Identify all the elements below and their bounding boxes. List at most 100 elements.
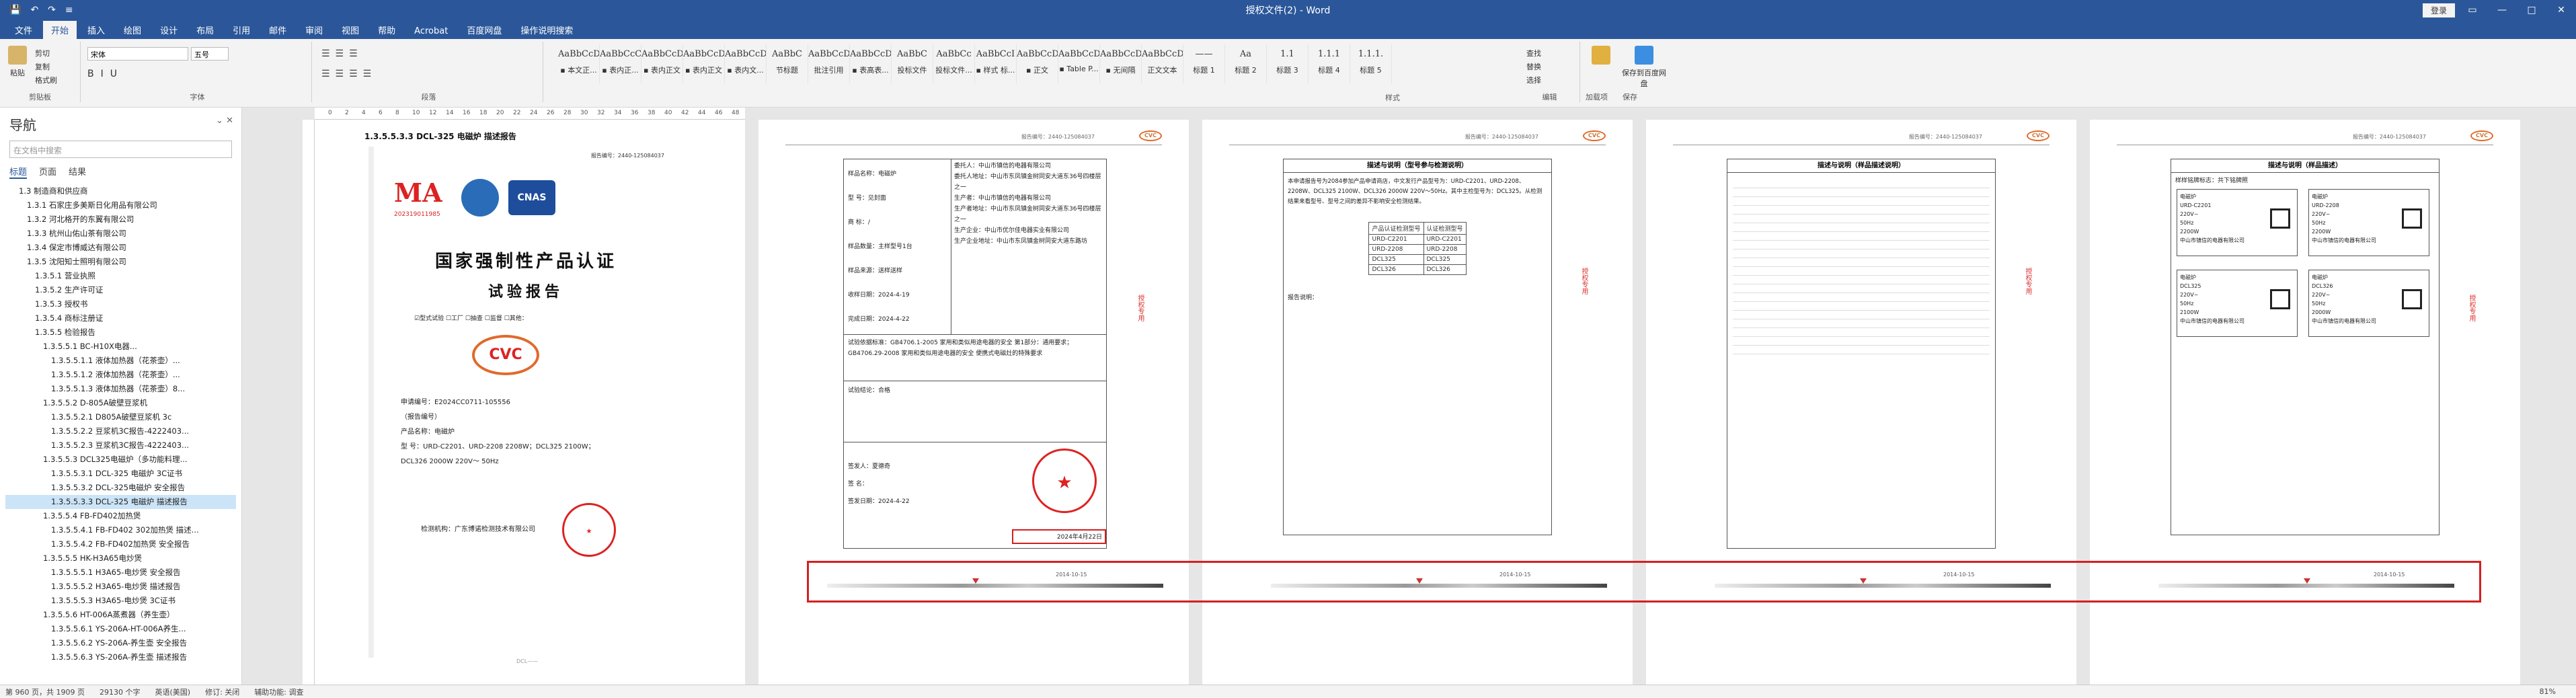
- style-0[interactable]: AaBbCcDd▪ 本文正...: [558, 44, 600, 83]
- nav-heading-item[interactable]: 1.3.5.5 检验报告: [5, 325, 236, 340]
- nav-heading-item[interactable]: 1.3.5.1 营业执照: [5, 269, 236, 283]
- nav-heading-item[interactable]: 1.3.5.5.6.2 YS-206A-养生壶 安全报告: [5, 636, 236, 650]
- replace-button[interactable]: 替换: [1526, 61, 1541, 74]
- track-changes[interactable]: 修订: 关闭: [205, 687, 239, 697]
- nav-heading-item[interactable]: 1.3.5.5.5 HK-H3A65电炒煲: [5, 551, 236, 566]
- tab-references[interactable]: 引用: [225, 21, 258, 39]
- login-button[interactable]: 登录: [2422, 3, 2455, 17]
- nav-heading-item[interactable]: 1.3.5.5.5.3 H3A65-电炒煲 3C证书: [5, 594, 236, 608]
- font-format-buttons[interactable]: BIU: [87, 69, 124, 79]
- page-count[interactable]: 第 960 页，共 1909 页: [5, 687, 85, 697]
- style-4[interactable]: AaBbCcDd▪ 表内文...: [725, 44, 767, 83]
- tab-design[interactable]: 设计: [152, 21, 186, 39]
- nav-tab-pages[interactable]: 页面: [39, 165, 56, 179]
- nav-heading-item[interactable]: 1.3.5 沈阳知士照明有限公司: [5, 255, 236, 269]
- style-13[interactable]: AaBbCcD ▪ 无间隔: [1100, 44, 1142, 83]
- nav-heading-item[interactable]: 1.3.5.5.2.1 D805A破壁豆浆机 3c: [5, 410, 236, 424]
- nav-heading-item[interactable]: 1.3.5.5.3.1 DCL-325 电磁炉 3C证书: [5, 467, 236, 481]
- addin-button[interactable]: [1586, 46, 1616, 67]
- tab-draw[interactable]: 绘图: [116, 21, 149, 39]
- nav-heading-item[interactable]: 1.3.5.5.4.2 FB-FD402加热煲 安全报告: [5, 537, 236, 551]
- maximize-button[interactable]: □: [2517, 0, 2546, 20]
- style-10[interactable]: AaBbCcI ▪ 样式 标...: [975, 44, 1017, 83]
- nav-tab-headings[interactable]: 标题: [9, 165, 28, 179]
- nav-heading-item[interactable]: 1.3.3 杭州山佑山茶有限公司: [5, 227, 236, 241]
- nav-heading-item[interactable]: 1.3.5.5.2 D-805A破壁豆浆机: [5, 396, 236, 410]
- style-6[interactable]: AaBbCcDd批注引用: [808, 44, 850, 83]
- font-size-select[interactable]: 五号: [191, 47, 229, 61]
- nav-heading-item[interactable]: 1.3.5.5.4 FB-FD402加热煲: [5, 509, 236, 523]
- style-9[interactable]: AaBbCc 投标文件...: [933, 44, 975, 83]
- undo-icon[interactable]: ↶: [30, 5, 38, 15]
- nav-heading-item[interactable]: 1.3.1 石家庄多美斯日化用品有限公司: [5, 198, 236, 212]
- close-button[interactable]: ✕: [2546, 0, 2576, 20]
- tab-baidu[interactable]: 百度网盘: [459, 21, 510, 39]
- nav-heading-item[interactable]: 1.3.5.5.1.1 液体加热器（花茶壶）...: [5, 354, 236, 368]
- tab-view[interactable]: 视图: [334, 21, 367, 39]
- find-button[interactable]: 查找: [1526, 47, 1541, 61]
- tab-home[interactable]: 开始: [43, 21, 77, 39]
- style-11[interactable]: AaBbCcD ▪ 正文: [1017, 44, 1058, 83]
- baidu-save-button[interactable]: 保存到百度网盘: [1621, 46, 1668, 89]
- ribbon-display-icon[interactable]: ▭: [2458, 0, 2487, 20]
- customize-icon[interactable]: ≡: [65, 5, 73, 15]
- style-3[interactable]: AaBbCcDd▪ 表内正文: [683, 44, 725, 83]
- tab-file[interactable]: 文件: [7, 21, 40, 39]
- word-count[interactable]: 29130 个字: [100, 687, 141, 697]
- tab-layout[interactable]: 布局: [188, 21, 222, 39]
- nav-heading-item[interactable]: 1.3.5.4 商标注册证: [5, 311, 236, 325]
- nav-heading-item[interactable]: 1.3.5.5.6.1 YS-206A-HT-006A养生...: [5, 622, 236, 636]
- style-19[interactable]: 1.1.1. 标题 5: [1350, 44, 1392, 83]
- redo-icon[interactable]: ↷: [48, 5, 56, 15]
- font-name-select[interactable]: 宋体: [87, 47, 188, 61]
- style-14[interactable]: AaBbCcD 正文文本: [1142, 44, 1183, 83]
- nav-heading-item[interactable]: 1.3.5.5.5.2 H3A65-电炒煲 描述报告: [5, 580, 236, 594]
- tab-acrobat[interactable]: Acrobat: [406, 24, 456, 39]
- accessibility[interactable]: 辅助功能: 调查: [254, 687, 303, 697]
- style-5[interactable]: AaBbC 节标题: [767, 44, 808, 83]
- style-1[interactable]: AaBbCcC ▪ 表内正...: [600, 44, 641, 83]
- nav-heading-item[interactable]: 1.3 制造商和供应商: [5, 184, 236, 198]
- nav-heading-item[interactable]: 1.3.5.5.3 DCL325电磁炉（多功能料理...: [5, 453, 236, 467]
- nav-heading-item[interactable]: 1.3.5.5.1.3 液体加热器（花茶壶）8...: [5, 382, 236, 396]
- nav-heading-item[interactable]: 1.3.5.5.5.1 H3A65-电炒煲 安全报告: [5, 566, 236, 580]
- style-2[interactable]: AaBbCcDd▪ 表内正文: [641, 44, 683, 83]
- page-1[interactable]: 1.3.5.5.3.3 DCL-325 电磁炉 描述报告 报告编号：2440-1…: [315, 120, 745, 685]
- nav-heading-item[interactable]: 1.3.5.5.1 BC-H10X电器...: [5, 340, 236, 354]
- tab-mailings[interactable]: 邮件: [261, 21, 295, 39]
- align-buttons[interactable]: ☰☰☰☰: [321, 69, 377, 79]
- style-12[interactable]: AaBbCcD ▪ Table P...: [1058, 44, 1100, 83]
- nav-heading-item[interactable]: 1.3.5.5.6 HT-006A蒸煮器（养生壶）: [5, 608, 236, 622]
- copy-button[interactable]: 复制: [35, 61, 57, 74]
- nav-tab-results[interactable]: 结果: [69, 165, 86, 179]
- cut-button[interactable]: 剪切: [35, 47, 57, 61]
- language[interactable]: 英语(美国): [155, 687, 190, 697]
- tab-review[interactable]: 审阅: [297, 21, 331, 39]
- nav-heading-item[interactable]: 1.3.5.5.3.2 DCL-325电磁炉 安全报告: [5, 481, 236, 495]
- minimize-button[interactable]: —: [2487, 0, 2517, 20]
- nav-heading-item[interactable]: 1.3.4 保定市博威达有限公司: [5, 241, 236, 255]
- nav-heading-item[interactable]: 1.3.5.5.2.3 豆浆机3C报告-4222403...: [5, 438, 236, 453]
- nav-heading-item[interactable]: 1.3.5.2 生产许可证: [5, 283, 236, 297]
- nav-close-icon[interactable]: ⌄ ✕: [216, 116, 233, 126]
- nav-heading-item[interactable]: 1.3.5.5.6.3 YS-206A-养生壶 描述报告: [5, 650, 236, 664]
- style-16[interactable]: Aa 标题 2: [1225, 44, 1267, 83]
- format-painter-button[interactable]: 格式刷: [35, 74, 57, 87]
- nav-heading-item[interactable]: 1.3.5.5.1.2 液体加热器（花茶壶）...: [5, 368, 236, 382]
- style-15[interactable]: —— 标题 1: [1183, 44, 1225, 83]
- save-icon[interactable]: 💾: [9, 5, 21, 15]
- nav-search-input[interactable]: 在文档中搜索: [9, 141, 232, 158]
- nav-heading-item[interactable]: 1.3.5.5.2.2 豆浆机3C报告-4222403...: [5, 424, 236, 438]
- style-17[interactable]: 1.1 标题 3: [1267, 44, 1309, 83]
- select-button[interactable]: 选择: [1526, 74, 1541, 87]
- style-8[interactable]: AaBbC 投标文件: [892, 44, 933, 83]
- paste-button[interactable]: 粘贴: [4, 46, 31, 78]
- nav-heading-item[interactable]: 1.3.5.3 授权书: [5, 297, 236, 311]
- nav-heading-item[interactable]: 1.3.2 河北格开的东翼有限公司: [5, 212, 236, 227]
- list-buttons[interactable]: ☰☰☰: [321, 48, 363, 59]
- nav-heading-item[interactable]: 1.3.5.5.3.3 DCL-325 电磁炉 描述报告: [5, 495, 236, 509]
- style-7[interactable]: AaBbCcDd▪ 表高表...: [850, 44, 892, 83]
- tab-help[interactable]: 帮助: [370, 21, 403, 39]
- nav-heading-item[interactable]: 1.3.5.5.4.1 FB-FD402 302加热煲 描述...: [5, 523, 236, 537]
- tab-insert[interactable]: 插入: [79, 21, 113, 39]
